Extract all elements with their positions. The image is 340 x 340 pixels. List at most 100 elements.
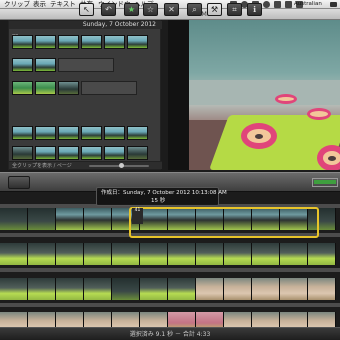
- show-clips-popup[interactable]: 全クリップを表示 / ページ: [12, 162, 72, 170]
- user-icon[interactable]: [330, 2, 337, 7]
- event-clip[interactable]: [35, 35, 56, 49]
- event-header: Sunday, 7 October 2012: [9, 21, 162, 29]
- tape-roll: [317, 145, 340, 170]
- clip-count-badge: 41: [132, 208, 143, 224]
- filmstrip-frame[interactable]: [308, 243, 336, 265]
- filmstrip-frame[interactable]: [56, 243, 84, 265]
- event-clip[interactable]: [58, 35, 79, 49]
- event-thumb-row: [12, 58, 114, 72]
- event-thumb-row: [12, 126, 148, 140]
- unmark-star-icon[interactable]: ☆: [143, 3, 158, 16]
- filmstrip-frame[interactable]: [28, 278, 56, 300]
- event-footer: 全クリップを表示 / ページ: [9, 161, 162, 169]
- filmstrip-frame[interactable]: [84, 208, 112, 230]
- filmstrip-frame[interactable]: [308, 278, 336, 300]
- tape-roll: [275, 94, 297, 104]
- filmstrip-track: [0, 303, 340, 307]
- event-clip[interactable]: [81, 146, 102, 160]
- panel-divider: [168, 20, 189, 170]
- event-clip-gap: [58, 58, 114, 72]
- crop-icon[interactable]: ⌗: [227, 3, 242, 16]
- adjust-tool-icon[interactable]: ⚒: [207, 3, 222, 16]
- event-clip[interactable]: [81, 35, 102, 49]
- status-bar: 選択済み 9.1 秒 － 合計 4:33: [0, 327, 340, 340]
- audio-meter-level: [314, 180, 336, 184]
- wifi-icon[interactable]: [263, 1, 270, 8]
- event-clip[interactable]: [35, 81, 56, 95]
- filmstrip-frame[interactable]: [168, 243, 196, 265]
- clear-tool-button[interactable]: ↶: [101, 3, 116, 16]
- tape-roll: [241, 123, 277, 149]
- event-clip[interactable]: [58, 126, 79, 140]
- event-clip[interactable]: [35, 58, 56, 72]
- event-clip[interactable]: [58, 146, 79, 160]
- filmstrip-frame[interactable]: [28, 243, 56, 265]
- zoom-slider-knob[interactable]: [119, 163, 124, 168]
- event-clip[interactable]: [12, 126, 33, 140]
- event-clip[interactable]: [127, 146, 148, 160]
- filmstrip-frame[interactable]: [224, 278, 252, 300]
- filmstrip-frame[interactable]: [56, 208, 84, 230]
- filmstrip-frame[interactable]: [140, 278, 168, 300]
- tooltip-created-date: 作成日：Sunday, 7 October 2012 10:13:08 AM: [101, 190, 227, 196]
- filmstrip-frame[interactable]: [280, 243, 308, 265]
- event-clip-gap: [81, 81, 137, 95]
- filmstrip-frame[interactable]: [112, 278, 140, 300]
- event-thumb-row: [12, 35, 148, 49]
- filmstrip-frame[interactable]: [168, 278, 196, 300]
- reject-icon[interactable]: ✕: [164, 3, 179, 16]
- event-clip[interactable]: [81, 126, 102, 140]
- event-thumb-row: [12, 81, 137, 95]
- filmstrip-frame[interactable]: [280, 278, 308, 300]
- filmstrip-frame[interactable]: [0, 243, 28, 265]
- filmstrip-frame[interactable]: [0, 278, 28, 300]
- viewer-background: [189, 80, 340, 105]
- clip-info-tooltip: 作成日：Sunday, 7 October 2012 10:13:08 AM 1…: [96, 187, 227, 206]
- filmstrip-frame[interactable]: [84, 243, 112, 265]
- event-date: Sunday, 7 October 2012: [82, 21, 156, 28]
- event-clip[interactable]: [35, 126, 56, 140]
- favorite-star-icon[interactable]: ★: [124, 3, 139, 16]
- filmstrip-frame[interactable]: [252, 243, 280, 265]
- event-clip[interactable]: [12, 81, 33, 95]
- tooltip-duration: 15 秒: [151, 198, 166, 204]
- keyword-icon[interactable]: ⌕: [187, 3, 202, 16]
- filmstrip-frame[interactable]: [224, 243, 252, 265]
- event-thumb-row: [12, 146, 148, 160]
- menu-clip[interactable]: クリップ: [4, 0, 30, 9]
- event-clip[interactable]: [12, 35, 33, 49]
- event-clip[interactable]: [35, 146, 56, 160]
- selection-status: 選択済み 9.1 秒 － 合計 4:33: [129, 331, 211, 338]
- video-viewer[interactable]: [189, 20, 340, 170]
- filmstrip-frame[interactable]: [0, 208, 28, 230]
- keyboard-layout-label[interactable]: Australian: [294, 0, 322, 9]
- event-clip[interactable]: [104, 35, 125, 49]
- filmstrip-frame[interactable]: [112, 243, 140, 265]
- filmstrip-frame[interactable]: [28, 208, 56, 230]
- pointer-tool-button[interactable]: ↖: [79, 3, 94, 16]
- event-clip[interactable]: [104, 146, 125, 160]
- filmstrip-frame[interactable]: [84, 278, 112, 300]
- menu-view[interactable]: 表示: [33, 0, 46, 9]
- filmstrip-row: [0, 278, 336, 304]
- event-clip[interactable]: [58, 81, 79, 95]
- event-clip[interactable]: [12, 146, 33, 160]
- battery-icon[interactable]: [285, 1, 292, 8]
- event-clip[interactable]: [127, 126, 148, 140]
- filmstrip-track: [0, 268, 340, 272]
- filmstrip-frame[interactable]: [140, 243, 168, 265]
- library-toggle-button[interactable]: [8, 176, 30, 189]
- event-clip[interactable]: [12, 58, 33, 72]
- menu-text[interactable]: テキスト: [50, 0, 76, 9]
- volume-icon[interactable]: [274, 1, 281, 8]
- event-clip[interactable]: [127, 35, 148, 49]
- filmstrip-frame[interactable]: [196, 243, 224, 265]
- clip-selection-frame[interactable]: [129, 207, 319, 238]
- filmstrip-row: [0, 243, 336, 269]
- filmstrip-frame[interactable]: [56, 278, 84, 300]
- filmstrip-frame[interactable]: [196, 278, 224, 300]
- event-clip[interactable]: [104, 126, 125, 140]
- filmstrip-frame[interactable]: [252, 278, 280, 300]
- info-icon[interactable]: ℹ: [247, 3, 262, 16]
- event-browser: Sunday, 7 October 2012 89 全クリップを: [8, 20, 162, 170]
